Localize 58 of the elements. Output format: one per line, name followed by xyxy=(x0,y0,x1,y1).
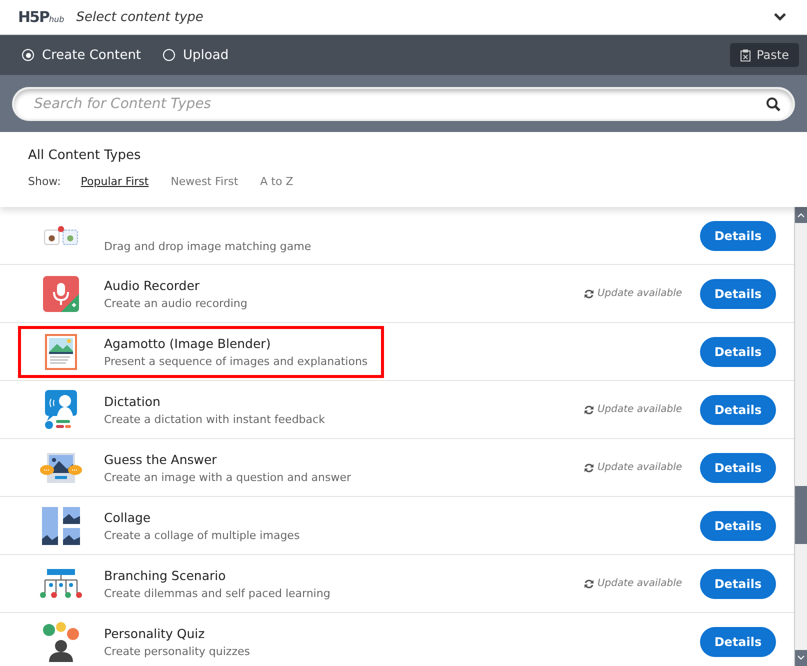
scrollbar[interactable] xyxy=(794,207,807,666)
matching-game-icon xyxy=(43,226,79,245)
sort-tab[interactable]: Popular First xyxy=(80,175,149,188)
item-title: Collage xyxy=(104,510,152,524)
logo-suffix: hub xyxy=(48,15,64,24)
chevron-down-icon[interactable] xyxy=(773,12,787,22)
details-button[interactable]: Details xyxy=(700,568,776,598)
details-button[interactable]: Details xyxy=(700,510,776,540)
details-button[interactable]: Details xyxy=(700,452,776,482)
item-title: Guess the Answer xyxy=(104,452,218,466)
scrollbar-thumb[interactable] xyxy=(795,486,807,544)
tree-diagram-icon xyxy=(39,568,83,600)
paste-button[interactable]: Paste xyxy=(730,43,799,67)
item-description: Present a sequence of images and explanations xyxy=(104,354,368,368)
dialog-title: Select content type xyxy=(76,10,204,24)
logo: H5P xyxy=(18,8,49,26)
sort-tab[interactable]: A to Z xyxy=(260,175,294,188)
sort-label: Show: xyxy=(28,175,61,188)
update-status: Update available xyxy=(584,462,682,473)
item-title: Agamotto (Image Blender) xyxy=(104,336,272,350)
item-description: Create personality quizzes xyxy=(104,644,250,658)
microphone-icon xyxy=(43,276,79,312)
refresh-icon xyxy=(584,578,594,588)
item-description: Create dilemmas and self paced learning xyxy=(104,586,330,600)
details-button[interactable]: Details xyxy=(700,336,776,366)
section-title: All Content Types xyxy=(28,148,142,163)
collage-icon xyxy=(42,506,80,544)
details-button[interactable]: Details xyxy=(700,278,776,308)
sort-tab[interactable]: Newest First xyxy=(170,175,238,188)
search-icon[interactable] xyxy=(766,96,781,112)
mode-radio[interactable]: Create Content xyxy=(22,48,142,62)
item-description: Create an audio recording xyxy=(104,296,248,310)
details-button[interactable]: Details xyxy=(700,394,776,424)
item-title: Branching Scenario xyxy=(104,568,227,582)
update-status: Update available xyxy=(584,578,682,589)
item-description: Create a dictation with instant feedback xyxy=(104,412,325,426)
search-field[interactable]: Search for Content Types xyxy=(12,86,795,120)
clipboard-icon xyxy=(740,48,751,62)
refresh-icon xyxy=(584,462,594,472)
item-title: Audio Recorder xyxy=(104,278,201,292)
person-bubbles-icon xyxy=(41,622,81,662)
image-question-icon xyxy=(39,452,83,484)
item-description: Create a collage of multiple images xyxy=(104,528,300,542)
update-status: Update available xyxy=(584,404,682,415)
update-status: Update available xyxy=(584,288,682,299)
item-description: Create an image with a question and answer xyxy=(104,470,352,484)
mode-radio[interactable]: Upload xyxy=(163,48,229,62)
item-title: Dictation xyxy=(104,394,162,408)
refresh-icon xyxy=(584,288,594,298)
details-button[interactable]: Details xyxy=(700,220,776,250)
image-card-icon xyxy=(45,334,77,370)
speaking-head-icon xyxy=(43,390,79,430)
item-title: Personality Quiz xyxy=(104,626,206,640)
details-button[interactable]: Details xyxy=(700,626,776,656)
item-description: Drag and drop image matching game xyxy=(104,240,312,253)
scroll-up-icon[interactable] xyxy=(797,212,805,218)
refresh-icon xyxy=(584,404,594,414)
scroll-down-icon[interactable] xyxy=(797,655,805,661)
